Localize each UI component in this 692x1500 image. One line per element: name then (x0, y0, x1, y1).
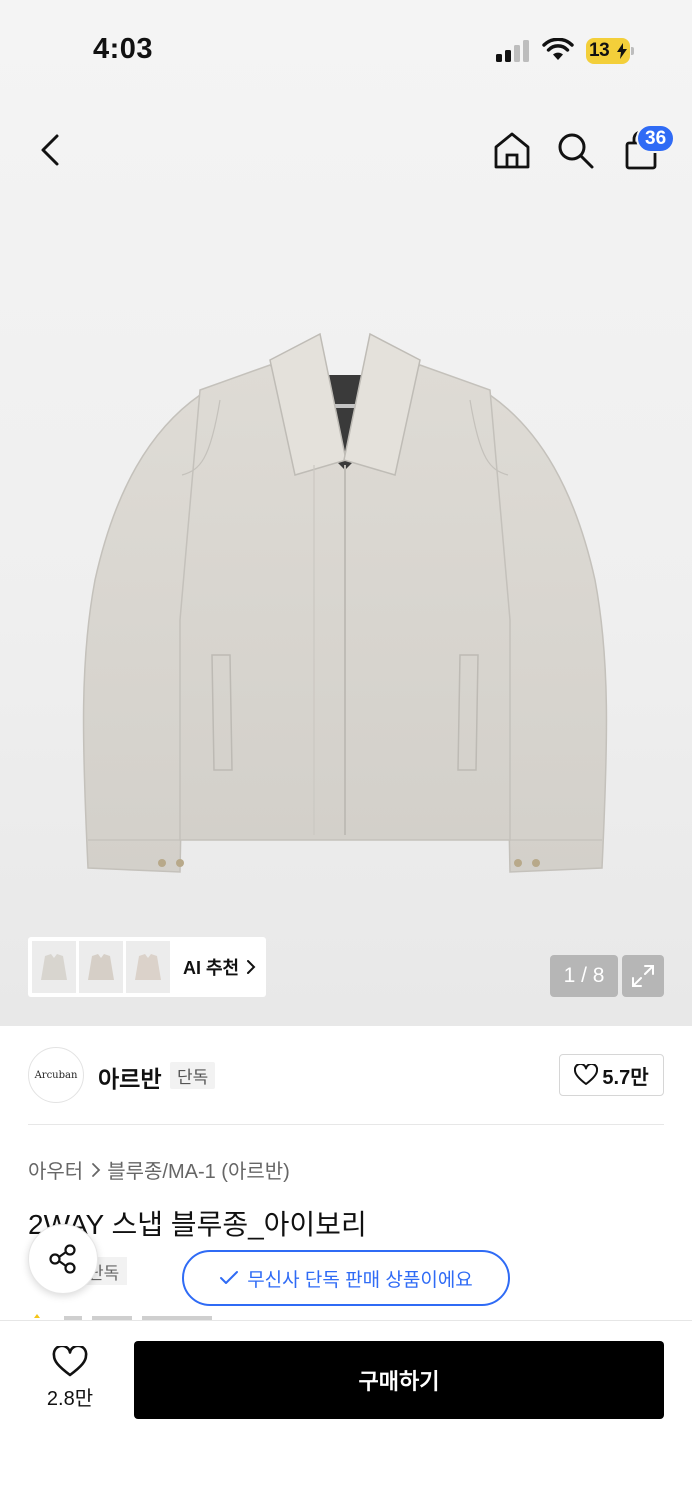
battery-indicator: 13 (586, 38, 634, 64)
home-button[interactable] (490, 126, 534, 174)
product-image[interactable] (70, 320, 620, 900)
chevron-right-icon (92, 1162, 101, 1177)
divider (28, 1124, 664, 1125)
check-icon (220, 1271, 239, 1284)
breadcrumb-category[interactable]: 아우터 (28, 1155, 83, 1184)
share-icon (49, 1244, 76, 1274)
back-button[interactable] (28, 126, 72, 174)
brand-like-button[interactable]: 5.7만 (559, 1054, 664, 1096)
cellular-signal-icon (496, 40, 529, 62)
cart-count-badge: 36 (636, 124, 676, 153)
ai-recommend-label: AI 추천 (183, 958, 240, 978)
chevron-right-icon (247, 960, 256, 974)
exclusive-toast: 무신사 단독 판매 상품이에요 (182, 1250, 510, 1306)
heart-icon (574, 1064, 599, 1085)
ai-thumbnail (126, 941, 170, 993)
battery-level: 13 (589, 40, 610, 61)
breadcrumb: 아우터 블루종/MA-1 (아르반) (28, 1155, 290, 1184)
ai-thumbnail (79, 941, 123, 993)
brand-like-count: 5.7만 (602, 1066, 649, 1089)
search-icon (558, 133, 594, 169)
heart-icon (52, 1346, 88, 1377)
wishlist-count: 2.8만 (46, 1388, 94, 1410)
ai-thumbnail (32, 941, 76, 993)
wifi-icon (542, 38, 574, 60)
buy-button[interactable]: 구매하기 (134, 1341, 664, 1419)
ai-recommend-button[interactable]: AI 추천 (28, 937, 266, 997)
search-button[interactable] (553, 126, 597, 174)
wishlist-button[interactable]: 2.8만 (30, 1346, 110, 1416)
brand-exclusive-badge: 단독 (170, 1062, 216, 1089)
chevron-left-icon (41, 134, 59, 166)
breadcrumb-subcategory[interactable]: 블루종/MA-1 (아르반) (107, 1155, 290, 1184)
image-pager: 1 / 8 (550, 955, 618, 997)
charging-icon (617, 43, 627, 59)
expand-icon (632, 965, 654, 987)
home-icon (494, 132, 530, 169)
status-time: 4:03 (93, 33, 154, 65)
toast-message: 무신사 단독 판매 상품이에요 (247, 1269, 473, 1291)
brand-name[interactable]: 아르반 (98, 1060, 161, 1094)
brand-logo[interactable]: Arcuban (28, 1047, 84, 1103)
expand-image-button[interactable] (622, 955, 664, 997)
share-button[interactable] (28, 1224, 98, 1294)
